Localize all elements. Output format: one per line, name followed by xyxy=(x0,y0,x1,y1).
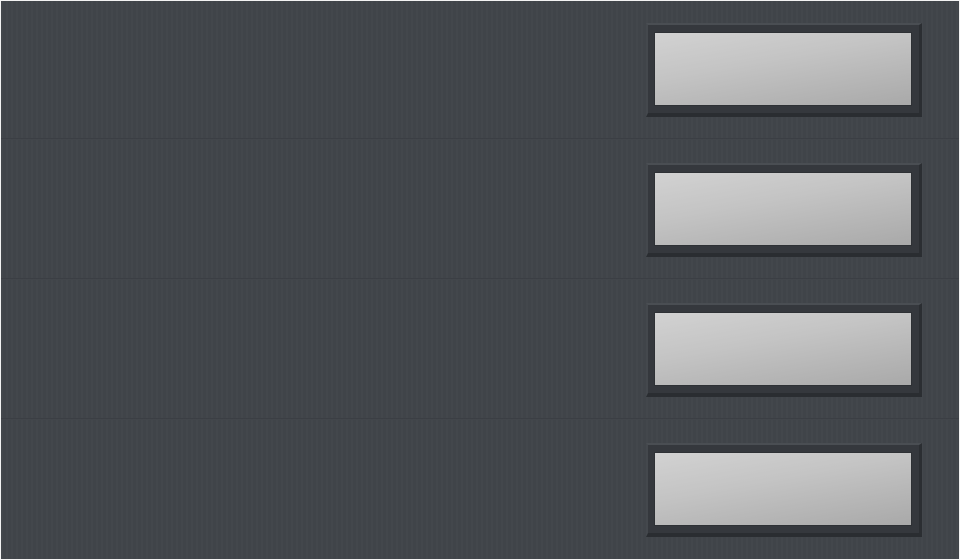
window-glass-2 xyxy=(654,172,912,246)
window-glass-3 xyxy=(654,312,912,386)
window-frame-4 xyxy=(646,443,922,537)
window-frame-3 xyxy=(646,303,922,397)
panel-seam xyxy=(1,278,959,280)
panel-seam xyxy=(1,418,959,420)
window-frame-2 xyxy=(646,163,922,257)
garage-door xyxy=(1,1,959,559)
window-glass-1 xyxy=(654,32,912,106)
window-frame-1 xyxy=(646,23,922,117)
window-glass-4 xyxy=(654,452,912,526)
panel-seam xyxy=(1,138,959,140)
